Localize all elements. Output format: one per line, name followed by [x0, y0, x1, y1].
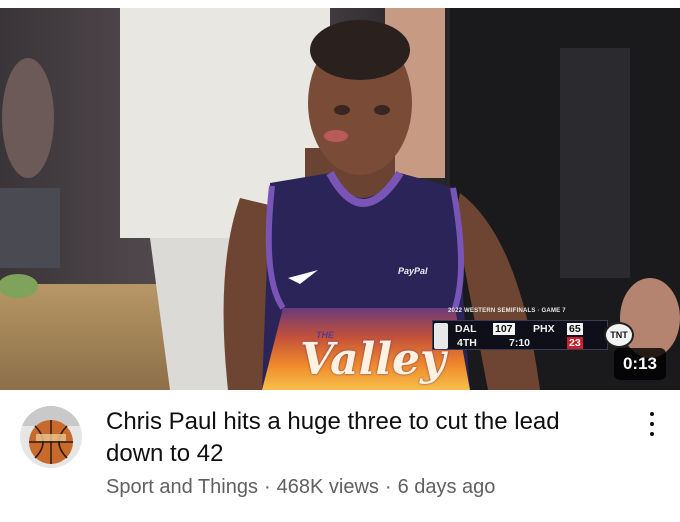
upload-age: 6 days ago	[397, 476, 496, 498]
scorebug: 2022 WESTERN SEMIFINALS · GAME 7 DAL 107…	[432, 308, 636, 352]
more-vert-icon[interactable]	[642, 412, 662, 436]
game-clock: 7:10	[509, 337, 531, 349]
channel-name[interactable]: Sport and Things	[106, 476, 258, 498]
menu-dot	[650, 422, 654, 426]
video-meta: Sport and Things · 468K views · 6 days ago	[106, 476, 495, 499]
away-score: 107	[493, 323, 515, 335]
shot-clock: 23	[567, 337, 583, 349]
basketball-avatar-icon	[20, 406, 82, 468]
video-thumbnail[interactable]: PayPal THE Valley 2022 WESTERN SEMIFINAL…	[0, 8, 680, 390]
quarter: 4TH	[457, 337, 477, 349]
nba-logo-icon	[434, 323, 448, 349]
jersey-wordmark: Valley	[300, 334, 446, 385]
network-logo: TNT	[604, 322, 634, 348]
meta-separator: ·	[384, 476, 392, 498]
duration-badge: 0:13	[613, 348, 666, 380]
channel-avatar[interactable]	[20, 406, 82, 468]
menu-dot	[650, 432, 654, 436]
view-count: 468K views	[276, 476, 379, 498]
jersey-sponsor: PayPal	[398, 266, 428, 276]
home-score: 65	[567, 323, 583, 335]
away-team: DAL	[455, 323, 477, 335]
scorebug-panel: DAL 107 PHX 65 4TH 7:10 23	[432, 320, 608, 350]
video-title[interactable]: Chris Paul hits a huge three to cut the …	[106, 406, 606, 470]
scorebug-title: 2022 WESTERN SEMIFINALS · GAME 7	[448, 308, 566, 314]
home-team: PHX	[533, 323, 555, 335]
meta-separator: ·	[263, 476, 271, 498]
menu-dot	[650, 412, 654, 416]
